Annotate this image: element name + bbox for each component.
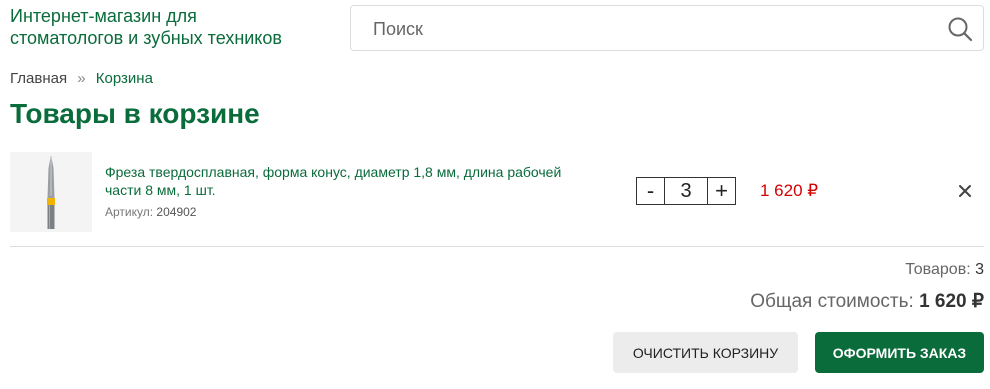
breadcrumb-current: Корзина [95,70,153,87]
store-title-line2[interactable]: стоматологов и зубных техников [10,27,340,49]
quantity-input[interactable] [665,178,707,204]
product-sku-label: Артикул: [105,205,154,219]
summary-item-count: Товаров: 3 [905,260,984,280]
search-icon[interactable] [947,16,973,42]
summary-total-label: Общая стоимость: [750,291,914,312]
page-title: Товары в корзине [10,98,260,129]
breadcrumb-separator: » [77,70,86,87]
breadcrumb-home-link[interactable]: Главная [10,70,67,87]
remove-item-button[interactable] [955,181,975,201]
search-input[interactable] [371,6,935,52]
quantity-decrease-button[interactable]: - [637,178,665,204]
breadcrumb: Главная » Корзина [10,70,153,88]
summary-total: Общая стоимость: 1 620 ₽ [750,290,984,314]
product-name-link[interactable]: Фреза твердосплавная, форма конус, диаме… [105,163,575,199]
close-icon [959,185,971,197]
product-sku: Артикул: 204902 [105,204,196,220]
summary-total-value: 1 620 ₽ [919,291,984,312]
quantity-increase-button[interactable]: + [707,178,735,204]
clear-cart-button[interactable]: ОЧИСТИТЬ КОРЗИНУ [613,332,798,373]
checkout-button[interactable]: ОФОРМИТЬ ЗАКАЗ [815,332,984,373]
search-box [350,5,984,52]
cart-divider [10,246,984,247]
product-image[interactable] [10,152,92,232]
product-sku-value: 204902 [156,205,197,219]
store-title-line1[interactable]: Интернет-магазин для [10,5,340,27]
quantity-stepper: - + [636,177,736,205]
store-title[interactable]: Интернет-магазин для стоматологов и зубн… [10,5,340,49]
summary-count-value: 3 [975,261,984,278]
summary-count-label: Товаров: [905,261,971,278]
product-price: 1 620 ₽ [760,181,819,200]
